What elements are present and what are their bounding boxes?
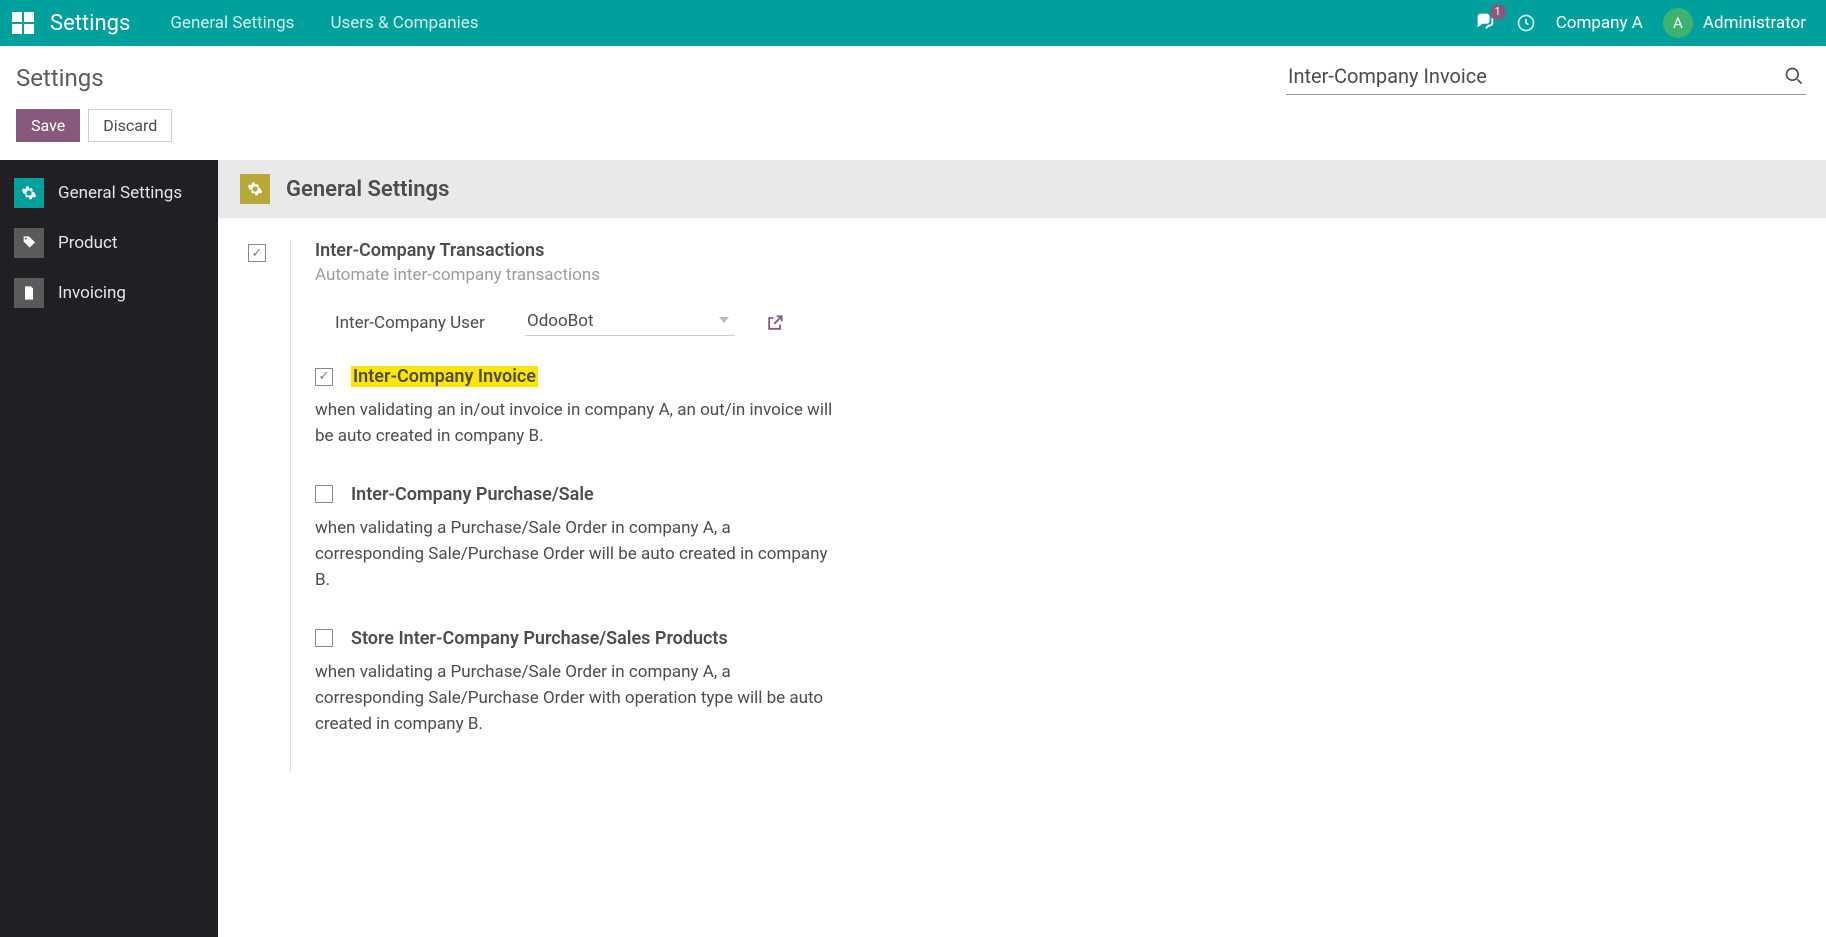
messages-icon[interactable]: 1 [1474, 10, 1496, 36]
sidebar-item-label: General Settings [58, 183, 182, 203]
section-title: General Settings [286, 177, 449, 202]
discard-button[interactable]: Discard [88, 109, 172, 142]
module-title: Inter-Company Transactions [315, 240, 895, 261]
search-wrap [1286, 60, 1806, 95]
sidebar-item-invoicing[interactable]: Invoicing [0, 268, 218, 318]
sidebar-item-label: Product [58, 233, 117, 253]
page-title: Settings [16, 64, 104, 92]
search-input[interactable] [1286, 60, 1806, 95]
sidebar-item-label: Invoicing [58, 283, 126, 303]
intercompany-user-select[interactable]: OdooBot [525, 309, 735, 336]
nav-general-settings[interactable]: General Settings [170, 13, 294, 33]
nav-users-companies[interactable]: Users & Companies [330, 13, 478, 33]
app-brand[interactable]: Settings [50, 11, 130, 36]
select-value: OdooBot [527, 311, 594, 331]
option-description: when validating a Purchase/Sale Order in… [315, 515, 835, 594]
chevron-down-icon [719, 317, 729, 323]
subheader: Settings [0, 46, 1826, 101]
option-title: Store Inter-Company Purchase/Sales Produ… [351, 628, 728, 649]
option-checkbox[interactable] [315, 368, 333, 386]
invoice-icon [14, 278, 44, 308]
apps-icon[interactable] [10, 10, 36, 36]
module-enable-checkbox[interactable] [248, 244, 266, 262]
messages-badge: 1 [1490, 4, 1506, 20]
user-menu[interactable]: A Administrator [1663, 8, 1806, 38]
company-switcher[interactable]: Company A [1556, 13, 1643, 33]
settings-sidebar: General Settings Product Invoicing [0, 160, 218, 937]
option-title: Inter-Company Invoice [351, 366, 538, 387]
option-description: when validating a Purchase/Sale Order in… [315, 659, 835, 738]
save-button[interactable]: Save [16, 109, 80, 142]
gear-icon [14, 178, 44, 208]
avatar: A [1663, 8, 1693, 38]
section-header: General Settings [218, 160, 1826, 218]
external-link-icon[interactable] [765, 313, 785, 333]
sidebar-item-general-settings[interactable]: General Settings [0, 168, 218, 218]
option-intercompany-invoice: Inter-Company Invoice when validating an… [315, 366, 895, 450]
action-bar: Save Discard [0, 101, 1826, 160]
sidebar-item-product[interactable]: Product [0, 218, 218, 268]
option-store-intercompany-products: Store Inter-Company Purchase/Sales Produ… [315, 628, 895, 738]
option-checkbox[interactable] [315, 629, 333, 647]
option-checkbox[interactable] [315, 485, 333, 503]
intercompany-user-row: Inter-Company User OdooBot [315, 309, 895, 336]
search-icon[interactable] [1784, 66, 1804, 86]
option-title: Inter-Company Purchase/Sale [351, 484, 594, 505]
gear-icon [240, 174, 270, 204]
module-subtitle: Automate inter-company transactions [315, 265, 895, 285]
activity-icon[interactable] [1516, 13, 1536, 33]
tag-icon [14, 228, 44, 258]
field-label: Inter-Company User [335, 313, 495, 333]
top-navbar: Settings General Settings Users & Compan… [0, 0, 1826, 46]
settings-content: General Settings Inter-Company Transacti… [218, 160, 1826, 937]
option-intercompany-purchase-sale: Inter-Company Purchase/Sale when validat… [315, 484, 895, 594]
user-name: Administrator [1703, 13, 1806, 33]
option-description: when validating an in/out invoice in com… [315, 397, 835, 450]
